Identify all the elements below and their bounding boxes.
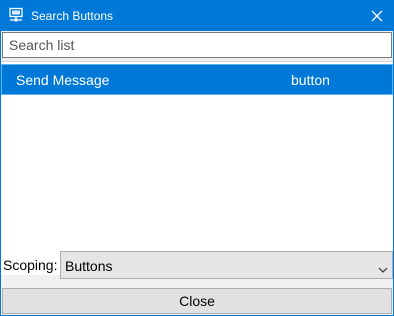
chevron-down-icon	[378, 261, 388, 273]
results-list[interactable]: Send Message button	[1, 61, 393, 275]
close-button[interactable]: Close	[2, 288, 392, 314]
search-input[interactable]	[2, 32, 392, 58]
search-buttons-window: Search Buttons Send Message button Scopi…	[0, 0, 394, 316]
dialog-body: Send Message button Scoping: Buttons Clo…	[1, 31, 393, 315]
list-item-name: Send Message	[16, 72, 110, 88]
window-title: Search Buttons	[31, 9, 114, 23]
title-bar[interactable]: Search Buttons	[0, 0, 394, 31]
list-item-type: button	[291, 72, 330, 88]
scoping-selected-value: Buttons	[65, 258, 113, 274]
scoping-label: Scoping:	[3, 257, 58, 273]
close-icon[interactable]	[366, 6, 388, 26]
scoping-select[interactable]: Buttons	[60, 251, 393, 279]
network-computer-icon	[8, 7, 24, 23]
list-item[interactable]: Send Message button	[1, 64, 393, 95]
